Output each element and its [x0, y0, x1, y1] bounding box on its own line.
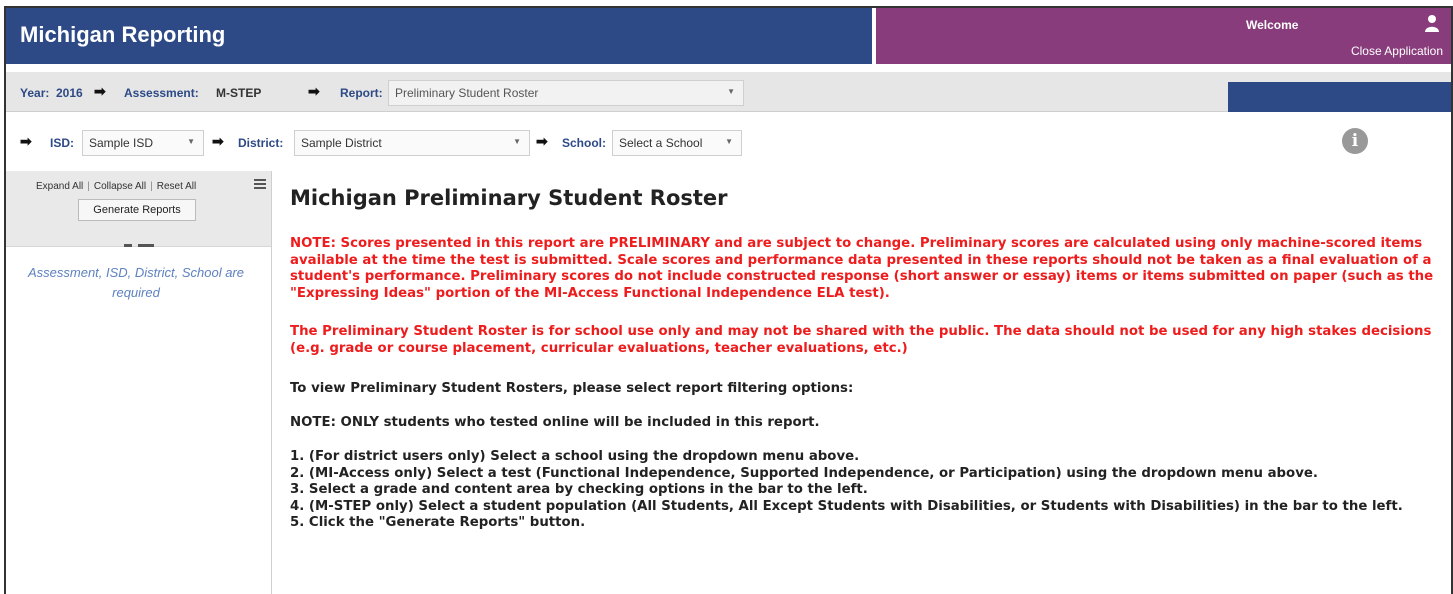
list-item: 3. Select a grade and content area by ch…	[290, 482, 868, 497]
isd-label: ISD:	[50, 136, 74, 150]
filter-row: ➡ ISD: Sample ISD ▼ ➡ District: Sample D…	[6, 120, 1451, 164]
arrow-icon: ➡	[94, 83, 106, 99]
generate-reports-button[interactable]: Generate Reports	[78, 199, 196, 221]
arrow-icon: ➡	[212, 133, 224, 149]
collapse-all-link[interactable]: Collapse All	[94, 181, 146, 192]
reset-all-link[interactable]: Reset All	[157, 181, 196, 192]
isd-select-value: Sample ISD	[89, 136, 154, 150]
header-left-panel: Michigan Reporting	[6, 8, 872, 64]
district-select[interactable]: Sample District ▼	[294, 130, 530, 156]
list-item: 2. (MI-Access only) Select a test (Funct…	[290, 465, 1318, 481]
app-title: Michigan Reporting	[20, 22, 226, 47]
list-item: 4. (M-STEP only) Select a student popula…	[290, 498, 1403, 514]
year-value[interactable]: 2016	[56, 86, 83, 100]
assessment-label: Assessment:	[124, 86, 199, 100]
report-select[interactable]: Preliminary Student Roster ▼	[388, 80, 744, 106]
isd-select[interactable]: Sample ISD ▼	[82, 130, 204, 156]
user-icon[interactable]	[1425, 14, 1439, 32]
page-title: Michigan Preliminary Student Roster	[290, 186, 728, 210]
instructions-text: To view Preliminary Student Rosters, ple…	[290, 381, 854, 396]
expand-all-link[interactable]: Expand All	[36, 181, 83, 192]
report-select-value: Preliminary Student Roster	[395, 86, 539, 100]
chevron-down-icon: ▼	[727, 87, 735, 96]
sidebar-toolbar: Expand All | Collapse All | Reset All Genera…	[6, 171, 271, 247]
chevron-down-icon: ▼	[187, 137, 195, 146]
app-header: Michigan Reporting Welcome Close Applica…	[6, 8, 1451, 64]
assessment-value[interactable]: M-STEP	[216, 86, 261, 100]
arrow-icon: ➡	[536, 133, 548, 149]
arrow-icon: ➡	[20, 133, 32, 149]
sidebar-links: Expand All | Collapse All | Reset All	[36, 181, 196, 192]
year-label: Year:	[20, 86, 50, 100]
school-label: School:	[562, 136, 606, 150]
filter-sidebar: Expand All | Collapse All | Reset All Genera…	[6, 171, 272, 594]
menu-icon[interactable]	[254, 179, 266, 189]
arrow-icon: ➡	[308, 83, 320, 99]
required-message: Assessment, ISD, District, School are re…	[27, 265, 244, 300]
info-icon[interactable]: i	[1342, 128, 1368, 154]
report-label: Report:	[340, 86, 383, 100]
chevron-down-icon: ▼	[513, 137, 521, 146]
chevron-down-icon: ▼	[725, 137, 733, 146]
link-separator: |	[87, 181, 90, 192]
school-select-value: Select a School	[619, 136, 703, 150]
instruction-steps: 1. (For district users only) Select a sc…	[290, 449, 1440, 532]
preliminary-note: NOTE: Scores presented in this report ar…	[290, 236, 1434, 301]
breadcrumb-bar: Year: 2016 ➡ Assessment: M-STEP ➡ Report…	[6, 72, 1451, 112]
usage-note: The Preliminary Student Roster is for sc…	[290, 324, 1432, 356]
school-select[interactable]: Select a School ▼	[612, 130, 742, 156]
welcome-text: Welcome	[1246, 18, 1299, 32]
app-window: Michigan Reporting Welcome Close Applica…	[4, 6, 1453, 594]
breadcrumb-right-panel	[1228, 82, 1451, 112]
resize-handle[interactable]	[124, 244, 154, 247]
header-right-panel: Welcome Close Application	[876, 8, 1451, 64]
list-item: 1. (For district users only) Select a sc…	[290, 449, 860, 464]
list-item: 5. Click the "Generate Reports" button.	[290, 515, 586, 530]
link-separator: |	[150, 181, 153, 192]
main-content: Michigan Preliminary Student Roster NOTE…	[290, 186, 1440, 532]
district-label: District:	[238, 136, 284, 150]
close-application-link[interactable]: Close Application	[1351, 44, 1443, 58]
district-select-value: Sample District	[301, 136, 382, 150]
online-only-note: NOTE: ONLY students who tested online wi…	[290, 414, 820, 430]
